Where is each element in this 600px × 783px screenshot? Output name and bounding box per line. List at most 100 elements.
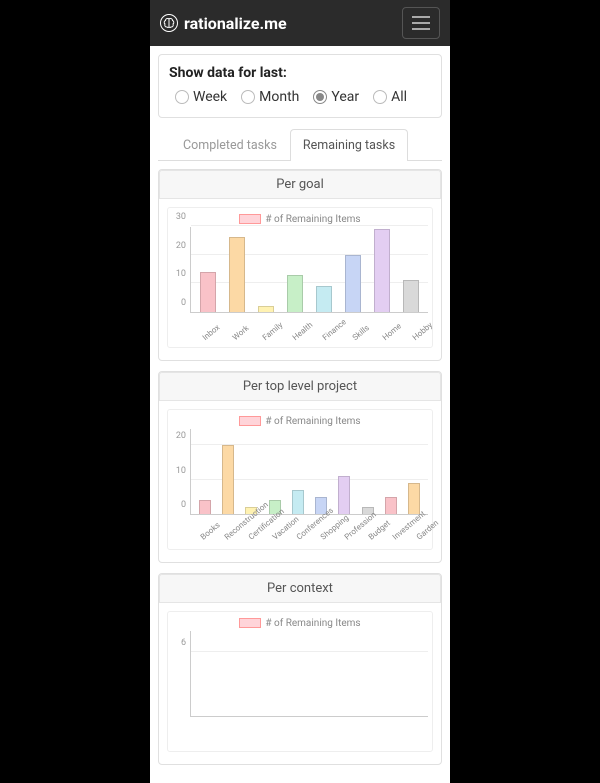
hamburger-menu-button[interactable]	[402, 7, 440, 39]
navbar: rationalize.me	[150, 0, 450, 46]
range-option-all[interactable]: All	[373, 89, 407, 105]
x-tick: Work	[231, 325, 249, 342]
x-tick: Budget	[367, 527, 382, 542]
bar-investment	[385, 497, 397, 514]
card-header: Per context	[159, 574, 441, 603]
chart-context: # of Remaining Items 6	[167, 611, 433, 752]
y-tick: 0	[181, 298, 186, 308]
x-tick: Family	[261, 325, 279, 342]
x-tick: Conferences	[295, 527, 310, 542]
bars	[193, 227, 426, 312]
legend-text: # of Remaining Items	[265, 416, 360, 427]
x-tick: Investment	[391, 527, 406, 542]
y-tick: 0	[181, 500, 186, 510]
radio-label: All	[391, 89, 407, 105]
brain-icon	[160, 14, 178, 32]
card-header: Per goal	[159, 170, 441, 199]
bar-finance	[316, 286, 332, 312]
bar-profession	[338, 476, 350, 514]
bar-books	[199, 500, 211, 514]
bar-reconstruction	[222, 445, 234, 514]
range-option-year[interactable]: Year	[313, 89, 359, 105]
bar-hobby	[403, 280, 419, 312]
bar-work	[229, 237, 245, 312]
bars	[193, 631, 426, 716]
x-axis-labels: Inbox Work Family Health Finance Skills Home Ho…	[168, 317, 432, 347]
chart-plot-area: 0 10 20	[168, 429, 432, 519]
chart-legend: # of Remaining Items	[168, 612, 432, 631]
chart-card-goal: Per goal # of Remaining Items 0 10 20 30 Inbox…	[158, 169, 442, 361]
legend-swatch-icon	[239, 214, 261, 224]
bar-home	[374, 229, 390, 312]
x-tick: Certification	[247, 527, 262, 542]
bar-garden	[408, 483, 420, 514]
x-tick: Vacation	[271, 527, 286, 542]
range-option-week[interactable]: Week	[175, 89, 227, 105]
x-axis-labels	[168, 721, 432, 751]
y-tick: 10	[176, 466, 186, 476]
radio-label: Week	[193, 89, 227, 105]
tab-remaining-tasks[interactable]: Remaining tasks	[290, 129, 408, 161]
chart-plot-area: 6	[168, 631, 432, 721]
x-tick: Profession	[343, 527, 358, 542]
bar-family	[258, 306, 274, 312]
radio-label: Month	[259, 89, 299, 105]
range-label: Show data for last:	[169, 65, 431, 81]
chart-project: # of Remaining Items 0 10 20 Books Reconstruc…	[167, 409, 433, 550]
legend-text: # of Remaining Items	[265, 214, 360, 225]
x-tick: Finance	[321, 325, 339, 342]
bar-inbox	[200, 272, 216, 312]
plot	[190, 429, 428, 515]
x-tick: Hobby	[411, 325, 429, 342]
radio-label: Year	[331, 89, 359, 105]
plot	[190, 227, 428, 313]
bars	[193, 429, 426, 514]
range-radio-group: Week Month Year All	[169, 89, 431, 105]
brand-text: rationalize.me	[184, 14, 287, 33]
x-tick: Shopping	[319, 527, 334, 542]
date-range-card: Show data for last: Week Month Year All	[158, 54, 442, 118]
tab-completed-tasks[interactable]: Completed tasks	[170, 129, 290, 161]
x-tick: Skills	[351, 325, 369, 342]
grid-line	[191, 225, 428, 226]
y-axis-labels: 0 10 20	[168, 429, 188, 515]
radio-icon	[241, 90, 255, 104]
y-axis-labels: 0102030	[168, 227, 188, 313]
y-tick: 10	[176, 269, 186, 279]
hamburger-icon	[412, 16, 430, 18]
task-tabs: Completed tasksRemaining tasks	[158, 128, 442, 161]
legend-swatch-icon	[239, 416, 261, 426]
x-axis-labels: Books Reconstruction Certification Vacation…	[168, 519, 432, 549]
card-header: Per top level project	[159, 372, 441, 401]
x-tick: Inbox	[201, 325, 219, 342]
radio-icon	[373, 90, 387, 104]
content: Show data for last: Week Month Year All Com…	[150, 46, 450, 783]
y-tick: 20	[176, 241, 186, 251]
y-tick: 6	[181, 638, 186, 648]
brand[interactable]: rationalize.me	[160, 14, 287, 33]
x-tick: Health	[291, 325, 309, 342]
x-tick: Reconstruction	[223, 527, 238, 542]
chart-goal: # of Remaining Items 0 10 20 30 Inbox Work Fami…	[167, 207, 433, 348]
radio-icon	[175, 90, 189, 104]
chart-card-context: Per context # of Remaining Items 6	[158, 573, 442, 765]
range-option-month[interactable]: Month	[241, 89, 299, 105]
chart-card-project: Per top level project # of Remaining Item…	[158, 371, 442, 563]
x-tick: Home	[381, 325, 399, 342]
y-tick: 20	[176, 431, 186, 441]
charts-container: Per goal # of Remaining Items 0 10 20 30 Inbox…	[158, 169, 442, 765]
legend-swatch-icon	[239, 618, 261, 628]
bar-health	[287, 275, 303, 312]
app-frame: rationalize.me Show data for last: Week M…	[150, 0, 450, 783]
legend-text: # of Remaining Items	[265, 618, 360, 629]
plot	[190, 631, 428, 717]
radio-icon	[313, 90, 327, 104]
x-tick: Books	[199, 527, 214, 542]
y-axis-labels: 6	[168, 631, 188, 717]
chart-legend: # of Remaining Items	[168, 410, 432, 429]
bar-conferences	[292, 490, 304, 514]
x-tick: Garden	[415, 527, 430, 542]
bar-skills	[345, 255, 361, 312]
chart-plot-area: 0102030	[168, 227, 432, 317]
y-tick: 30	[176, 212, 186, 222]
